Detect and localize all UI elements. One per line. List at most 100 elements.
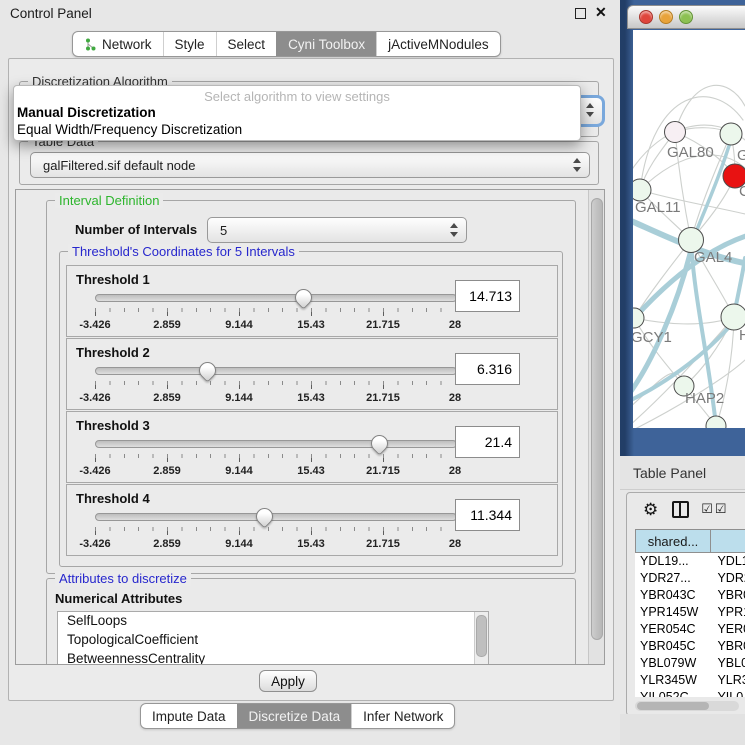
table-row[interactable]: YLR345WYLR3 bbox=[635, 672, 745, 689]
group-title-thresholds: Threshold's Coordinates for 5 Intervals bbox=[68, 244, 299, 259]
table-cell: YBR045C bbox=[635, 638, 712, 655]
table-row[interactable]: YBR043CYBR0 bbox=[635, 587, 745, 604]
combo-arrows-icon bbox=[450, 222, 459, 238]
scrollbar-thumb[interactable] bbox=[637, 702, 709, 710]
control-panel-titlebar: Control Panel bbox=[0, 0, 620, 26]
threshold-label: Threshold 4 bbox=[76, 491, 150, 506]
checkbox-icon[interactable]: ☑ bbox=[701, 501, 713, 517]
threshold-value-field[interactable]: 21.4 bbox=[455, 426, 520, 458]
number-of-intervals-row: Number of Intervals 5 bbox=[47, 215, 575, 245]
threshold-1-panel: Threshold 1-3.4262.8599.14415.4321.71528… bbox=[66, 265, 558, 337]
control-panel-body: Discretization Algorithm Select algorith… bbox=[8, 58, 614, 701]
threshold-value-field[interactable]: 14.713 bbox=[455, 280, 520, 312]
list-scrollbar[interactable] bbox=[474, 612, 488, 665]
dropdown-option-manual[interactable]: Manual Discretization bbox=[14, 104, 580, 121]
slider-track[interactable] bbox=[95, 513, 457, 521]
network-graph[interactable]: GAL80G.CGAL11GAL4GCY1HHAP2 bbox=[633, 30, 745, 428]
table-row[interactable]: YIL052CYIL0 bbox=[635, 689, 745, 697]
slider-track[interactable] bbox=[95, 367, 457, 375]
table-row[interactable]: YPR145WYPR1 bbox=[635, 604, 745, 621]
checkbox-icon[interactable]: ☑ bbox=[715, 501, 727, 517]
table-row[interactable]: YBL079WYBL0 bbox=[635, 655, 745, 672]
zoom-traffic-light-icon[interactable] bbox=[679, 10, 693, 24]
node-label: GCY1 bbox=[633, 329, 672, 346]
table-cell: YLR345W bbox=[635, 672, 712, 689]
close-traffic-light-icon[interactable] bbox=[639, 10, 653, 24]
table-cell: YIL052C bbox=[635, 689, 712, 697]
tab-cyni-toolbox[interactable]: Cyni Toolbox bbox=[276, 32, 376, 56]
attribute-item[interactable]: TopologicalCoefficient bbox=[58, 631, 488, 650]
table-cell: YBL0 bbox=[712, 655, 745, 672]
table-row[interactable]: YBR045CYBR0 bbox=[635, 638, 745, 655]
mode-tab-impute-data[interactable]: Impute Data bbox=[141, 704, 237, 728]
slider-thumb[interactable] bbox=[253, 504, 277, 528]
table-cell: YBR0 bbox=[712, 638, 745, 655]
numerical-attributes-label: Numerical Attributes bbox=[55, 591, 182, 606]
slider-ticks bbox=[95, 454, 455, 463]
node-label: G. bbox=[737, 147, 745, 164]
interval-definition-group: Interval Definition Number of Intervals … bbox=[46, 200, 576, 574]
threshold-value-field[interactable]: 11.344 bbox=[455, 499, 520, 531]
table-data-combo[interactable]: galFiltered.sif default node bbox=[30, 152, 590, 178]
num-intervals-combo[interactable]: 5 bbox=[207, 217, 467, 243]
threshold-slider[interactable]: -3.4262.8599.14415.4321.71528 bbox=[95, 507, 455, 553]
tab-select[interactable]: Select bbox=[216, 32, 277, 56]
threshold-value-field[interactable]: 6.316 bbox=[455, 353, 520, 385]
slider-track[interactable] bbox=[95, 294, 457, 302]
table-cell: YER0 bbox=[712, 621, 745, 638]
table-cell: YDL19... bbox=[635, 553, 712, 570]
group-title-interval: Interval Definition bbox=[55, 193, 163, 208]
combo-arrows-icon bbox=[573, 157, 582, 173]
tab-style[interactable]: Style bbox=[163, 32, 216, 56]
table-row[interactable]: YDR27...YDR2 bbox=[635, 570, 745, 587]
table-data-group: Table Data galFiltered.sif default node bbox=[19, 141, 599, 185]
network-icon bbox=[84, 38, 97, 51]
threshold-slider[interactable]: -3.4262.8599.14415.4321.71528 bbox=[95, 434, 455, 480]
minimize-traffic-light-icon[interactable] bbox=[659, 10, 673, 24]
table-row[interactable]: YDL19...YDL1 bbox=[635, 553, 745, 570]
table-cell: YLR3 bbox=[712, 672, 745, 689]
slider-thumb[interactable] bbox=[291, 285, 315, 309]
float-window-icon[interactable] bbox=[575, 8, 586, 19]
column-header[interactable]: n... bbox=[710, 529, 745, 553]
numerical-attributes-list[interactable]: SelfLoopsTopologicalCoefficientBetweenne… bbox=[57, 611, 489, 665]
close-icon[interactable]: ✕ bbox=[595, 4, 607, 21]
threshold-label: Threshold 1 bbox=[76, 272, 150, 287]
network-node[interactable] bbox=[665, 122, 686, 143]
table-cell: YPR145W bbox=[635, 604, 712, 621]
slider-scale-labels: -3.4262.8599.14415.4321.71528 bbox=[95, 538, 455, 551]
table-row[interactable]: YER054CYER0 bbox=[635, 621, 745, 638]
background-area bbox=[620, 714, 745, 745]
table-cell: YBR043C bbox=[635, 587, 712, 604]
threshold-slider[interactable]: -3.4262.8599.14415.4321.71528 bbox=[95, 361, 455, 407]
mode-tab-infer-network[interactable]: Infer Network bbox=[351, 704, 454, 728]
vertical-scrollbar[interactable] bbox=[588, 190, 604, 664]
network-node[interactable] bbox=[633, 179, 651, 201]
table-panel-toolbar: ⚙ ☑ ☑ bbox=[627, 493, 745, 525]
dropdown-option-equal-width[interactable]: Equal Width/Frequency Discretization bbox=[14, 121, 580, 138]
slider-track[interactable] bbox=[95, 440, 457, 448]
table-panel-titlebar: Table Panel bbox=[620, 456, 745, 490]
column-header[interactable]: shared... bbox=[635, 529, 711, 553]
table-panel-title: Table Panel bbox=[633, 465, 706, 481]
horizontal-scrollbar[interactable] bbox=[635, 701, 739, 711]
network-desktop: GAL80G.CGAL11GAL4GCY1HHAP2 bbox=[620, 0, 745, 456]
scrollbar-thumb[interactable] bbox=[591, 198, 603, 640]
mode-tab-discretize-data[interactable]: Discretize Data bbox=[237, 704, 352, 728]
slider-thumb[interactable] bbox=[368, 431, 392, 455]
thresholds-group: Threshold's Coordinates for 5 Intervals … bbox=[59, 251, 563, 567]
tab-network[interactable]: Network bbox=[73, 32, 163, 56]
network-window-titlebar[interactable] bbox=[627, 5, 745, 29]
slider-thumb[interactable] bbox=[195, 358, 219, 382]
table-cell: YDR2 bbox=[712, 570, 745, 587]
columns-icon[interactable] bbox=[672, 501, 689, 518]
tab-jactivemnodules[interactable]: jActiveMNodules bbox=[376, 32, 500, 56]
network-node[interactable] bbox=[720, 123, 742, 145]
threshold-label: Threshold 2 bbox=[76, 345, 150, 360]
attribute-item[interactable]: SelfLoops bbox=[58, 612, 488, 631]
threshold-slider[interactable]: -3.4262.8599.14415.4321.71528 bbox=[95, 288, 455, 334]
network-canvas[interactable]: GAL80G.CGAL11GAL4GCY1HHAP2 bbox=[633, 30, 745, 428]
apply-button[interactable]: Apply bbox=[259, 670, 317, 692]
attribute-item[interactable]: BetweennessCentrality bbox=[58, 650, 488, 665]
settings-gear-icon[interactable]: ⚙ bbox=[643, 501, 658, 518]
